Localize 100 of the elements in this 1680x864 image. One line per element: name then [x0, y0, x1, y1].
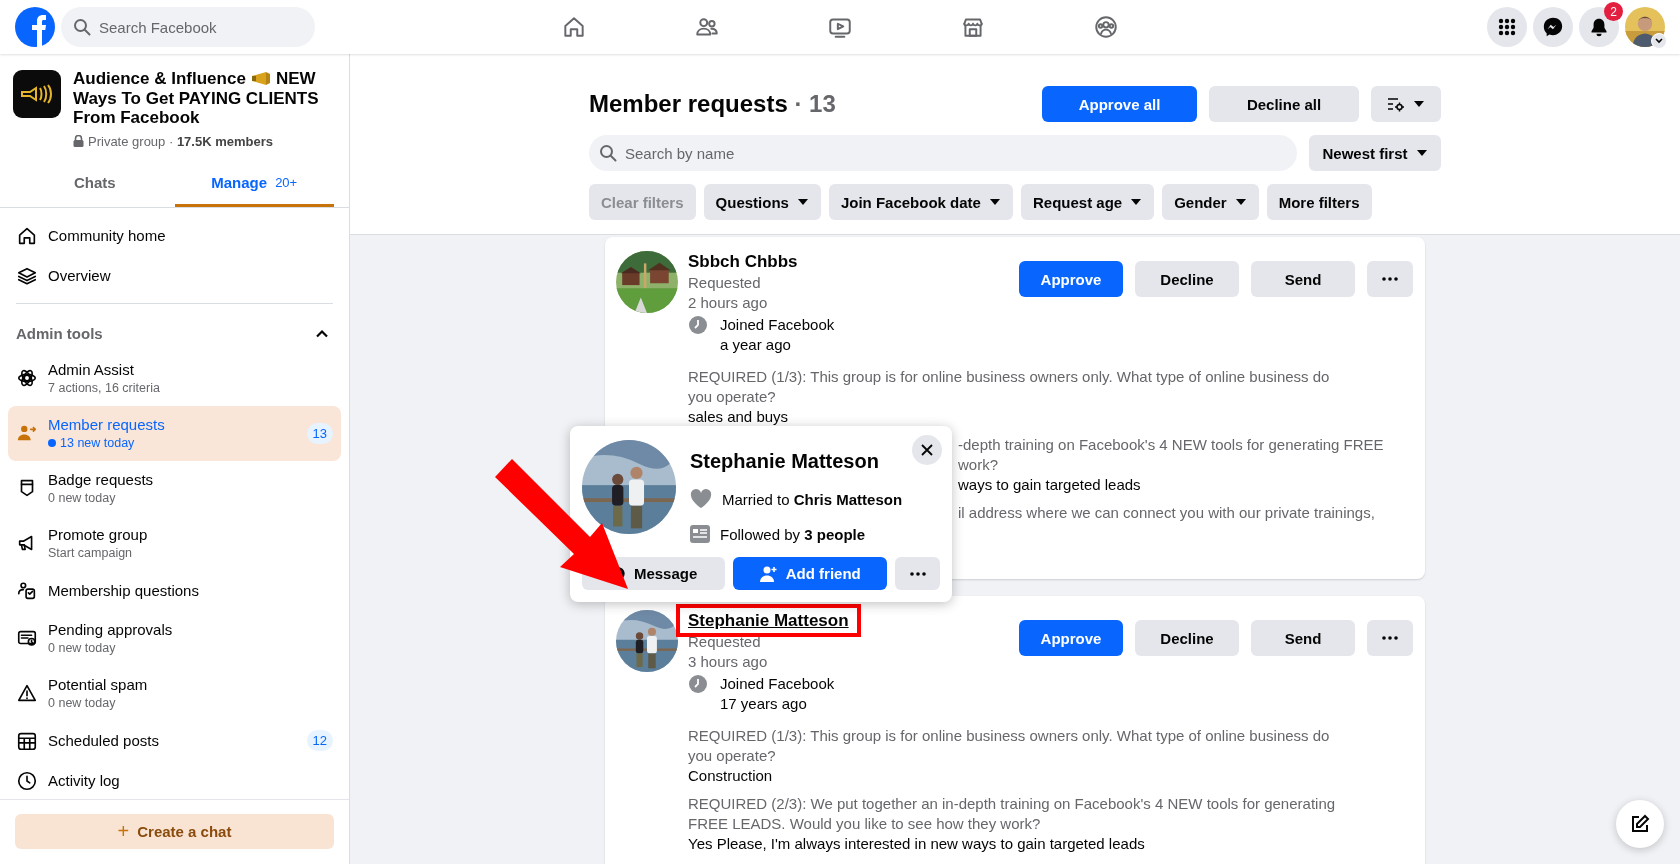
menu-item-label: Member requests: [48, 414, 166, 434]
menu-item-label: Promote group: [48, 524, 149, 544]
decline-all-button[interactable]: Decline all: [1209, 86, 1359, 122]
more-button[interactable]: [895, 557, 940, 590]
menu-item[interactable]: Membership questions: [8, 570, 341, 611]
group-name: NEW: [275, 69, 316, 89]
menu-item[interactable]: Admin Assist 7 actions, 16 criteria: [8, 350, 341, 406]
menu-button[interactable]: [1487, 7, 1527, 47]
chevron-up-icon: [315, 328, 329, 338]
group-info: Private group · 17.5K members: [88, 133, 273, 149]
request-status: Requested: [688, 632, 762, 652]
search-icon: [599, 144, 617, 162]
grid-icon: [1497, 17, 1517, 37]
clock-icon: [688, 674, 708, 694]
more-icon: [1382, 636, 1398, 640]
question-text: REQUIRED (2/3): We put together an in-depth training on Facebook's 4 NEW tools for generating FREE LEADS. Would you like to see how they work?: [688, 794, 1337, 834]
page-title: Member requests: [589, 90, 788, 117]
menu-item-label: Pending approvals: [48, 619, 174, 639]
menu-item-label: Membership questions: [48, 581, 200, 600]
answer-text: ways to gain targeted leads: [958, 475, 1142, 495]
menu-item-label: Community home: [48, 226, 167, 245]
question-text: work?: [958, 455, 999, 475]
member-name[interactable]: Stephanie Matteson: [688, 611, 849, 630]
member-name[interactable]: Sbbch Chbbs: [688, 252, 798, 271]
menu-item[interactable]: Badge requests 0 new today: [8, 460, 341, 516]
logo[interactable]: [15, 7, 55, 47]
home-icon: [561, 14, 587, 40]
atom-icon: [16, 367, 38, 389]
joined-value: 17 years ago: [720, 694, 808, 714]
more-button[interactable]: [1367, 261, 1413, 297]
menu-item[interactable]: Scheduled posts 12: [8, 720, 341, 761]
joined-label: Joined Facebook: [720, 315, 835, 335]
notifications-button[interactable]: [1579, 7, 1619, 47]
filter-button[interactable]: Request age: [1020, 184, 1155, 220]
group-name: Ways To Get PAYING CLIENTS From Facebook: [73, 88, 320, 128]
profile-name: Stephanie Matteson: [690, 450, 880, 473]
approve-button[interactable]: Approve: [1019, 261, 1123, 297]
caret-icon: [1413, 100, 1425, 108]
more-button[interactable]: [1367, 620, 1413, 656]
action-button[interactable]: Send: [1251, 620, 1355, 656]
approve-button[interactable]: Approve: [1019, 620, 1123, 656]
menu-item[interactable]: Promote group Start campaign: [8, 515, 341, 571]
menu-item-label: Activity log: [48, 771, 121, 790]
menu-item-label: Scheduled posts: [48, 731, 160, 750]
messenger-button[interactable]: [1533, 7, 1573, 47]
action-button[interactable]: Decline: [1135, 261, 1239, 297]
question-text: REQUIRED (1/3): This group is for online business owners only. What type of online business do you operate?: [688, 367, 1331, 407]
menu-item-detail: 0 new today: [48, 489, 116, 507]
add-friend-button[interactable]: Add friend: [733, 557, 888, 590]
menu-item[interactable]: Pending approvals 0 new today: [8, 610, 341, 666]
request-count: · 13: [794, 90, 836, 117]
filter-button[interactable]: Gender: [1162, 184, 1259, 220]
action-button[interactable]: Send: [1251, 261, 1355, 297]
close-button[interactable]: [912, 435, 942, 465]
compose-icon: [1630, 814, 1650, 834]
menu-item-detail: 0 new today: [48, 694, 116, 712]
close-icon: [921, 444, 933, 456]
account-menu-button[interactable]: [1651, 33, 1667, 49]
menu-item[interactable]: Community home: [8, 215, 341, 256]
action-button[interactable]: Decline: [1135, 620, 1239, 656]
search-field[interactable]: Search by name: [589, 135, 1297, 171]
menu-item[interactable]: Overview: [8, 255, 341, 296]
menu-item-label: Admin Assist: [48, 359, 135, 379]
menu-item-detail: 7 actions, 16 criteria: [48, 379, 160, 397]
answer-text: Construction: [688, 766, 774, 786]
group-icon: [1093, 14, 1119, 40]
megaphone-icon: [249, 70, 272, 87]
section-title: Admin tools: [16, 324, 103, 342]
more-icon: [909, 571, 926, 576]
clock-icon: [688, 315, 708, 335]
messenger-icon: [1542, 16, 1564, 38]
person-plus-icon: [759, 565, 778, 582]
group-logo: [13, 70, 61, 118]
approve-all-button[interactable]: Approve all: [1042, 86, 1197, 122]
new-message-button[interactable]: [1616, 800, 1664, 848]
joined-label: Joined Facebook: [720, 674, 835, 694]
settings-icon: [1387, 96, 1405, 112]
tab[interactable]: Chats: [15, 160, 175, 207]
settings-dropdown[interactable]: [1371, 86, 1441, 122]
menu-item-detail: Start campaign: [48, 544, 133, 562]
person-checklist-icon: [16, 579, 38, 602]
menu-item[interactable]: Potential spam 0 new today: [8, 665, 341, 721]
question-text: il address where we can connect you with our private trainings,: [958, 503, 1376, 523]
filter-button[interactable]: Join Facebook date: [828, 184, 1013, 220]
more-icon: [1382, 277, 1398, 281]
filter-button[interactable]: More filters: [1266, 184, 1372, 220]
menu-item-label: Overview: [48, 266, 112, 285]
filter-button[interactable]: Questions: [703, 184, 821, 220]
count-badge: 12: [306, 730, 333, 751]
sort-dropdown[interactable]: Newest first: [1309, 135, 1441, 171]
notification-count: 2: [1604, 2, 1623, 21]
search-field[interactable]: Search Facebook: [61, 7, 315, 47]
request-time: 3 hours ago: [688, 652, 769, 672]
menu-item[interactable]: Activity log: [8, 760, 341, 799]
clock-icon: [16, 769, 38, 792]
menu-item-detail: 0 new today: [48, 639, 116, 657]
menu-item[interactable]: Member requests 13 new today 13: [8, 405, 341, 461]
answer-text: sales and buys: [688, 407, 790, 427]
bell-icon: [1589, 17, 1609, 37]
create-chat-button[interactable]: + Create a chat: [15, 814, 334, 849]
